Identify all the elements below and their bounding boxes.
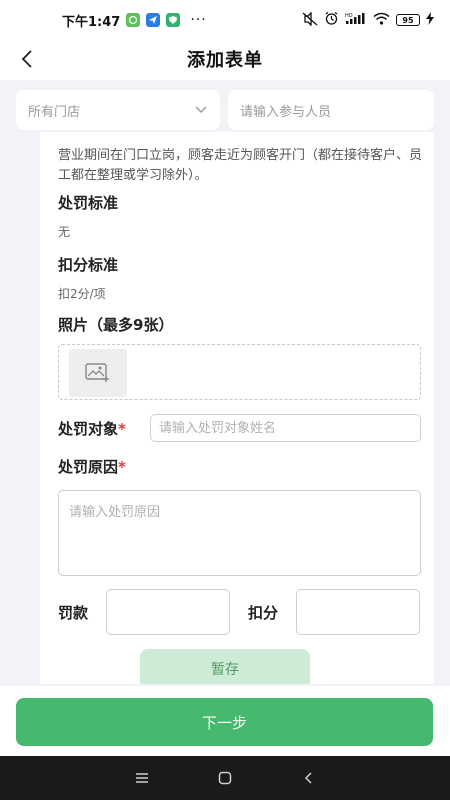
required-mark: * xyxy=(118,458,126,476)
menu-icon xyxy=(135,773,148,783)
status-icons: HD 95 xyxy=(302,10,434,29)
battery-indicator: 95 xyxy=(396,14,420,26)
chevron-down-icon xyxy=(195,106,207,114)
participant-search-input[interactable]: 请输入参与人员 xyxy=(228,90,434,130)
next-step-button[interactable]: 下一步 xyxy=(16,698,433,746)
penalty-reason-label-text: 处罚原因 xyxy=(58,458,119,476)
image-add-icon xyxy=(85,363,109,382)
shield-notification-icon xyxy=(166,13,181,27)
home-button[interactable] xyxy=(213,766,237,790)
photo-upload-area xyxy=(58,344,421,400)
fine-label: 罚款 xyxy=(58,604,89,622)
signal-hd-icon: HD xyxy=(345,12,367,28)
deduct-points-input[interactable] xyxy=(296,589,420,635)
penalty-target-label: 处罚对象* xyxy=(58,418,126,439)
system-nav-bar xyxy=(0,756,450,800)
nav-bar: 添加表单 xyxy=(0,40,450,78)
chevron-left-icon xyxy=(21,50,32,68)
penalty-standard-label: 处罚标准 xyxy=(58,194,119,212)
paper-plane-notification-icon xyxy=(146,13,161,27)
menu-button[interactable] xyxy=(130,766,154,790)
penalty-standard-value: 无 xyxy=(58,225,71,239)
system-back-button[interactable] xyxy=(296,766,320,790)
filter-row: 所有门店 请输入参与人员 xyxy=(16,90,434,130)
deduct-points-label: 扣分 xyxy=(248,604,279,622)
charging-icon xyxy=(426,12,434,28)
wechat-notification-icon xyxy=(126,13,141,27)
penalty-reason-input[interactable] xyxy=(58,490,421,576)
back-icon xyxy=(305,772,312,784)
photo-label: 照片（最多9张） xyxy=(58,316,174,334)
home-icon xyxy=(218,771,232,785)
penalty-target-label-text: 处罚对象 xyxy=(58,420,119,438)
penalty-target-input[interactable] xyxy=(150,414,421,442)
svg-text:HD: HD xyxy=(345,13,353,19)
page-title: 添加表单 xyxy=(187,50,263,71)
add-photo-button[interactable] xyxy=(69,349,127,397)
more-notifications-indicator: ··· xyxy=(190,12,207,28)
status-time: 下午1:47 xyxy=(62,14,121,30)
status-bar: 下午1:47 ··· HD 95 xyxy=(0,0,450,40)
form-card: 营业期间在门口立岗，顾客走近为顾客开门（都在接待客户、员工都在整理或学习除外）。… xyxy=(40,132,434,684)
save-draft-button[interactable]: 暂存 xyxy=(140,649,310,684)
store-select[interactable]: 所有门店 xyxy=(16,90,220,130)
penalty-reason-label: 处罚原因* xyxy=(58,456,126,477)
required-mark: * xyxy=(118,420,126,438)
alarm-icon xyxy=(324,11,339,29)
mute-icon xyxy=(302,10,318,29)
fine-input[interactable] xyxy=(106,589,230,635)
deduction-standard-value: 扣2分/项 xyxy=(58,287,106,301)
deduction-standard-label: 扣分标准 xyxy=(58,256,119,274)
item-description: 营业期间在门口立岗，顾客走近为顾客开门（都在接待客户、员工都在整理或学习除外）。 xyxy=(58,148,423,183)
back-button[interactable] xyxy=(14,44,40,74)
store-select-value: 所有门店 xyxy=(28,104,81,120)
wifi-icon xyxy=(373,12,390,28)
